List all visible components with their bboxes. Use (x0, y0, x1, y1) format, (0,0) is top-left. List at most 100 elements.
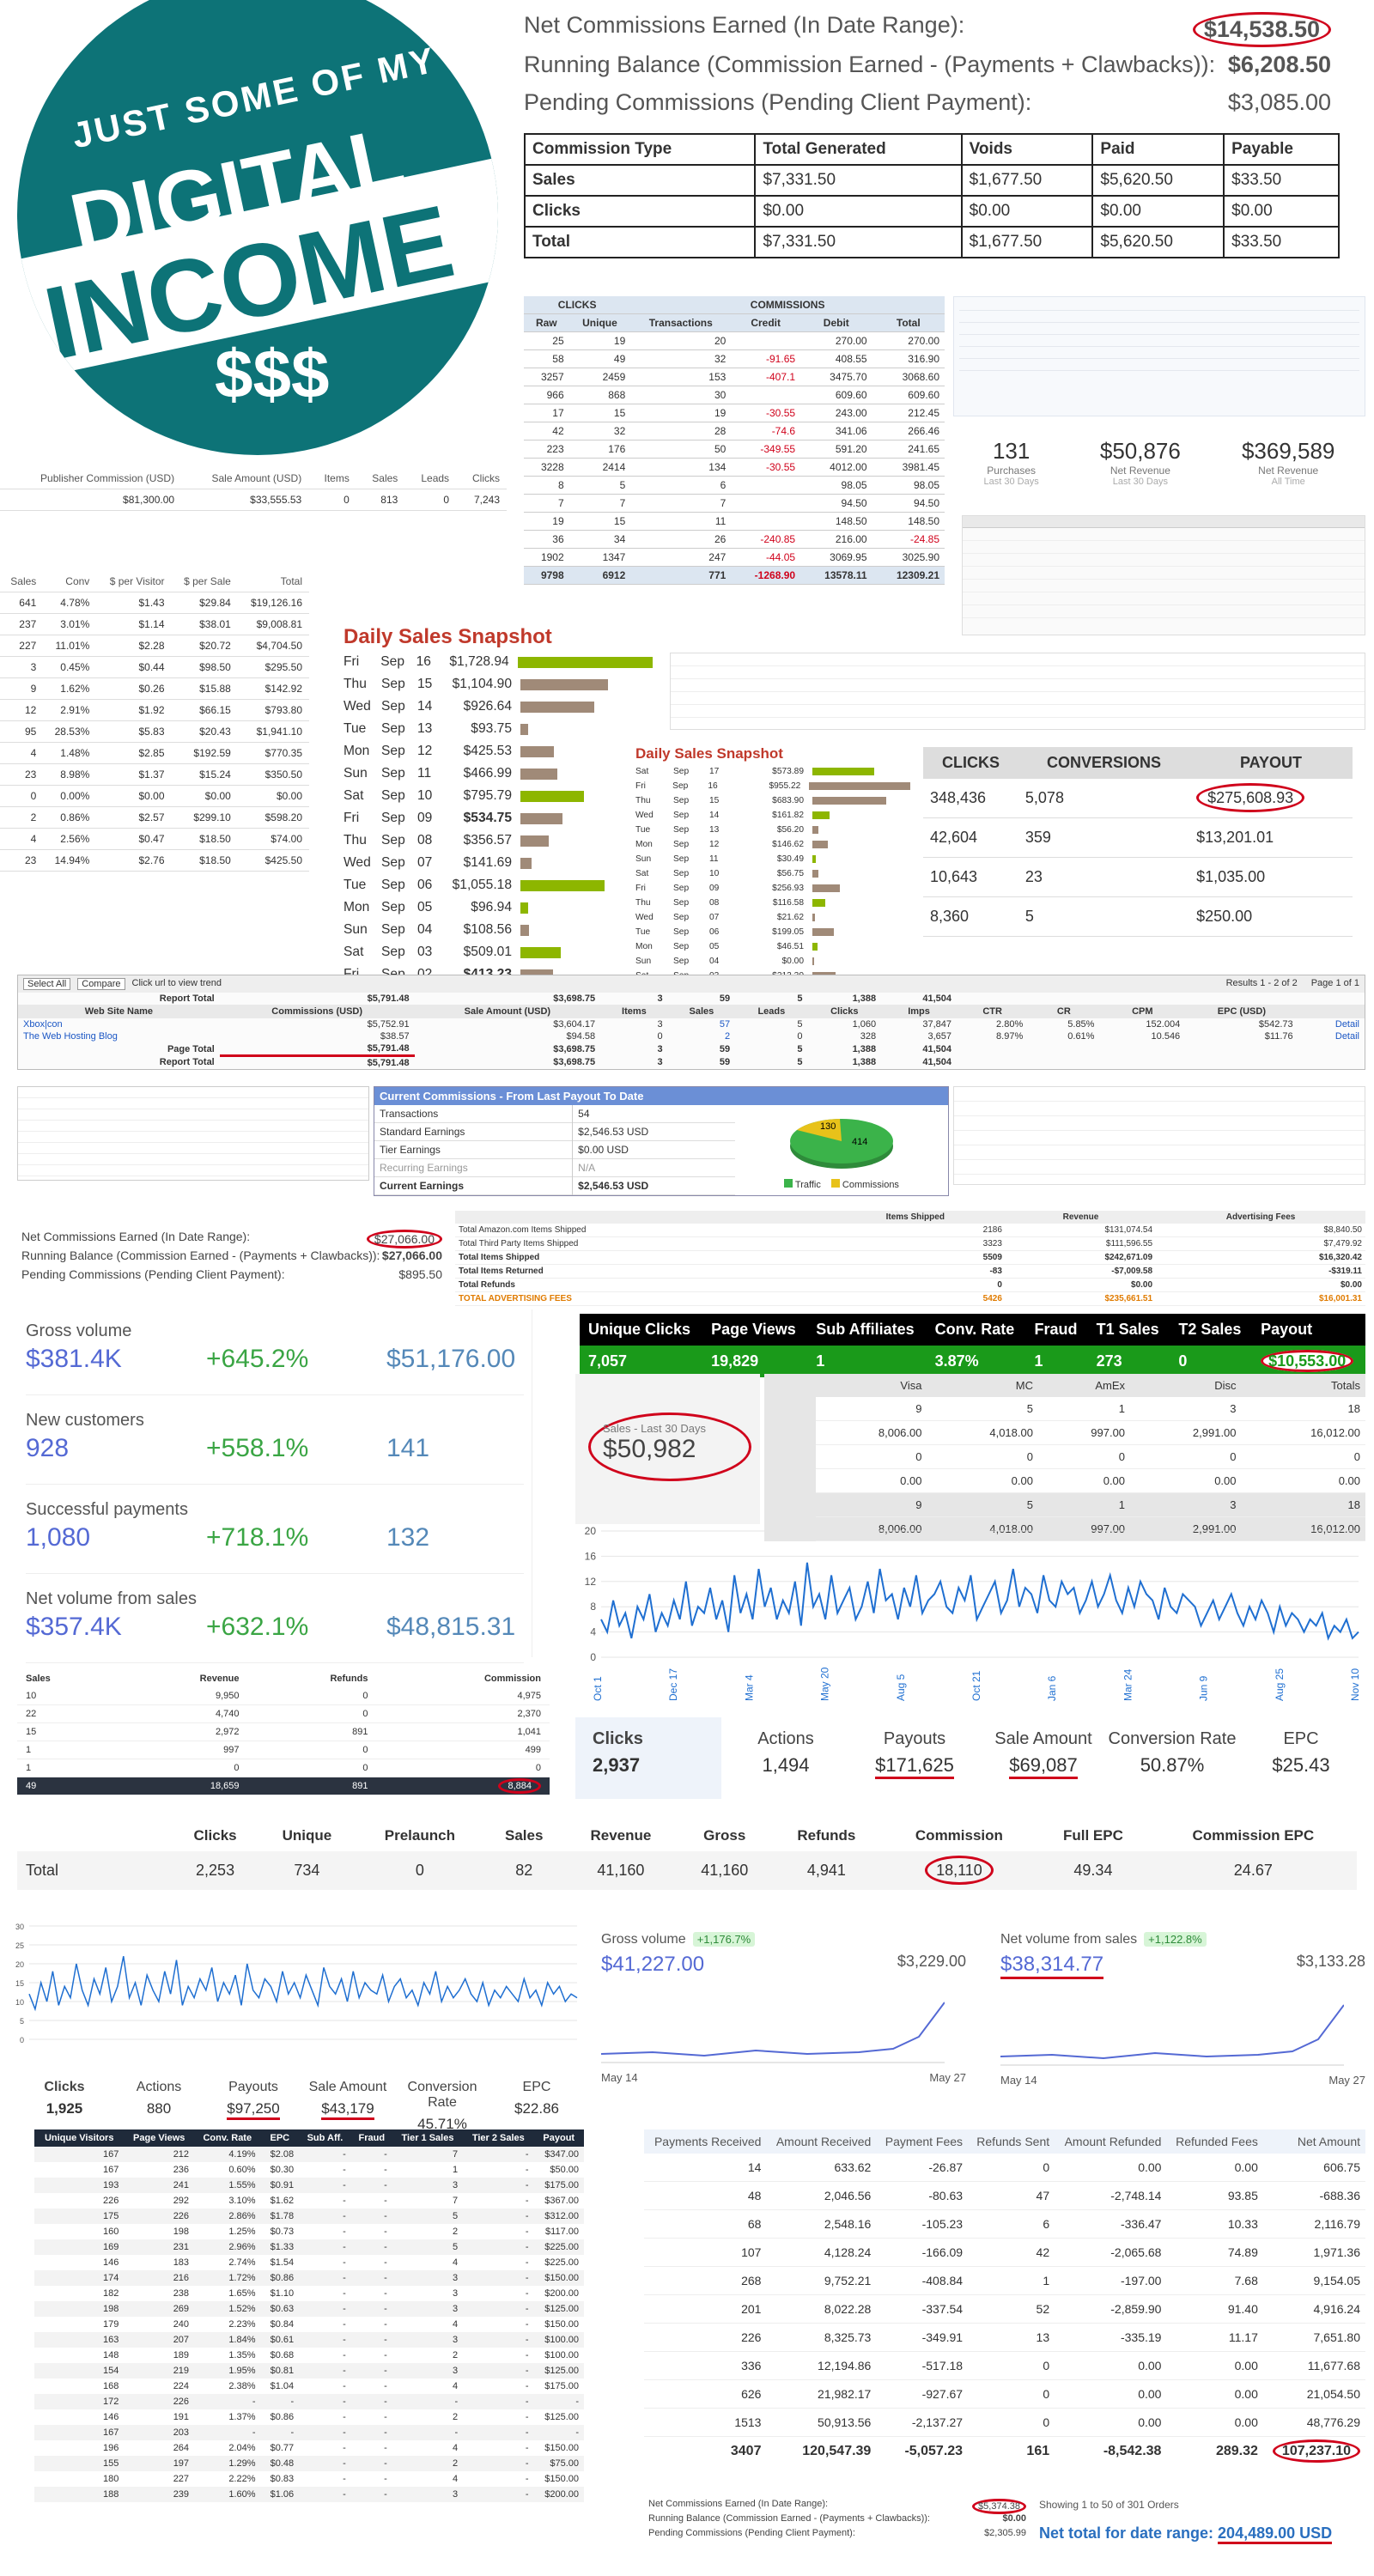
cell: 183 (173, 2257, 190, 2268)
snapshot-row: Fri Sep 16 $955.22 (635, 779, 911, 793)
cell-value: $250.00 (1196, 908, 1253, 925)
col-header[interactable]: Imps (881, 1005, 957, 1018)
report-table-panel: Select All Compare Click url to view tre… (17, 975, 1365, 1070)
col-header: Paid (1091, 133, 1225, 166)
cell[interactable]: Detail (1298, 1018, 1365, 1030)
cell: 4 (453, 2381, 459, 2391)
table-row: 3257 2459 153 -407.1 3475.70 3068.60 (524, 368, 945, 386)
clicks-commissions-table: CLICKS COMMISSIONS Raw Unique Transactio… (524, 296, 945, 585)
cell[interactable]: Xbox|con (18, 1018, 220, 1030)
table-row: $81,300.00 $33,555.53 0 813 0 7,243 (0, 489, 507, 511)
cell: - (350, 2456, 392, 2471)
table-row: Total Items Shipped 5509 $242,671.09 $16,32… (455, 1251, 1365, 1265)
cell: - (260, 2394, 300, 2409)
cell: $1,035.00 (1189, 857, 1353, 897)
table-row: 1902 1347 247 -44.05 3069.95 3025.90 (524, 548, 945, 567)
col-header: Payable (1223, 133, 1340, 166)
cell: 9 (0, 677, 44, 700)
date: 06 (709, 927, 720, 937)
cell-value: 54 (578, 1108, 590, 1120)
col-header[interactable]: Sale Amount (USD) (415, 1005, 601, 1018)
col-header[interactable]: CPM (1099, 1005, 1185, 1018)
col-header[interactable]: CR (1028, 1005, 1099, 1018)
cell: - (384, 2474, 387, 2484)
amount: $56.75 (776, 869, 804, 878)
metric-value: 2,937 (593, 1754, 641, 1776)
col-header: Net Amount (1262, 2129, 1365, 2154)
metric-change: +632.1% (206, 1613, 309, 1641)
col-header[interactable]: EPC (USD) (1185, 1005, 1298, 1018)
cell: 8.97% (996, 1031, 1024, 1042)
select-all-button[interactable]: Select All (23, 978, 71, 990)
cell: - (299, 2239, 351, 2255)
col-header[interactable]: CTR (957, 1005, 1028, 1018)
cell: 4,128.24 (766, 2238, 877, 2267)
cell: Total Refunds (459, 1280, 515, 1290)
col-header[interactable]: Commissions (USD) (220, 1005, 415, 1018)
sales-bar (812, 855, 816, 863)
col-header[interactable]: Clicks (808, 1005, 882, 1018)
day: Sun (344, 766, 368, 781)
cell: - (384, 2381, 387, 2391)
cell: - (463, 2363, 534, 2379)
month: Sep (673, 942, 690, 951)
table-row: 154 219 1.95% $0.81- -3- $125.00 (34, 2363, 584, 2379)
cell[interactable]: The Web Hosting Blog (18, 1030, 220, 1042)
x-tick-label: Jan 6 (1046, 1675, 1058, 1701)
cell: - (525, 2443, 529, 2453)
cell: 21,054.50 (1262, 2379, 1365, 2409)
small-commission-panel (17, 1086, 369, 1181)
cell: 11.01% (43, 635, 97, 657)
summary-pending: Pending Commissions (Pending Client Paym… (524, 89, 1331, 116)
date: 15 (417, 677, 433, 691)
summary-label: Running Balance (Commission Earned - (Pa… (21, 1249, 380, 1262)
table-row: 201 8,022.28 -337.54 52 -2,859.90 91.40 4,916.… (644, 2294, 1365, 2324)
report-total-row: Report Total $5,791.48 $3,698.75 3 59 5 … (18, 993, 1365, 1005)
cell: 2459 (568, 368, 631, 386)
cell: 9,950 (215, 1691, 240, 1701)
cell: $1,677.50 (960, 226, 1094, 258)
cell: 2,972 (215, 1727, 240, 1737)
cell: 0 (797, 1031, 803, 1042)
cell: 16,012.00 (1241, 1420, 1365, 1445)
mid-summary-row: Net Commissions Earned (In Date Range): … (21, 1230, 442, 1249)
mini-values: $41,227.00 $3,229.00 (601, 1953, 966, 1977)
date: 06 (417, 878, 433, 892)
amount: $30.49 (776, 854, 804, 864)
y-tick-label: 25 (15, 1941, 24, 1950)
date: 04 (709, 957, 720, 966)
sales-bar (812, 797, 886, 805)
snapshot-row: Tue Sep 06 $1,055.18 (344, 874, 653, 896)
summary-label: Pending Commissions (Pending Client Paym… (648, 2528, 855, 2538)
cell: $117.00 (545, 2227, 579, 2237)
col-header: Visa (816, 1374, 927, 1397)
cell: 2.91% (43, 699, 97, 721)
cell: 997.00 (1037, 1420, 1131, 1445)
day: Wed (344, 699, 371, 714)
cell-value: $0.00 USD (578, 1144, 629, 1156)
col-header[interactable]: Items (600, 1005, 668, 1018)
cell: -688.36 (1262, 2181, 1365, 2210)
cell: 2 (725, 1031, 731, 1042)
cell: 0.00 (1166, 2351, 1263, 2380)
cell: $5,791.48 (219, 1042, 415, 1057)
col-header[interactable]: Leads (735, 1005, 807, 1018)
cell: 231 (124, 2239, 195, 2255)
cell: 0 (657, 1031, 663, 1042)
cell: $150.00 (544, 2319, 579, 2330)
metric-header: Conversion Rate (407, 2080, 477, 2110)
sales-bar (520, 790, 584, 802)
amount: $116.58 (772, 898, 804, 908)
col-header: Raw (524, 313, 569, 332)
cell: 1.52% (194, 2301, 261, 2317)
cell: 9,752.21 (766, 2266, 877, 2295)
cell[interactable]: Detail (1298, 1030, 1365, 1042)
col-header[interactable]: Sales (668, 1005, 736, 1018)
cell: 5 (797, 993, 803, 1004)
cell: $0.73 (270, 2227, 295, 2237)
cell: 176 (568, 440, 631, 459)
cell: 1.25% (228, 2227, 256, 2237)
cell: 11 (630, 512, 732, 531)
month: Sep (673, 913, 690, 922)
compare-button[interactable]: Compare (77, 978, 125, 990)
